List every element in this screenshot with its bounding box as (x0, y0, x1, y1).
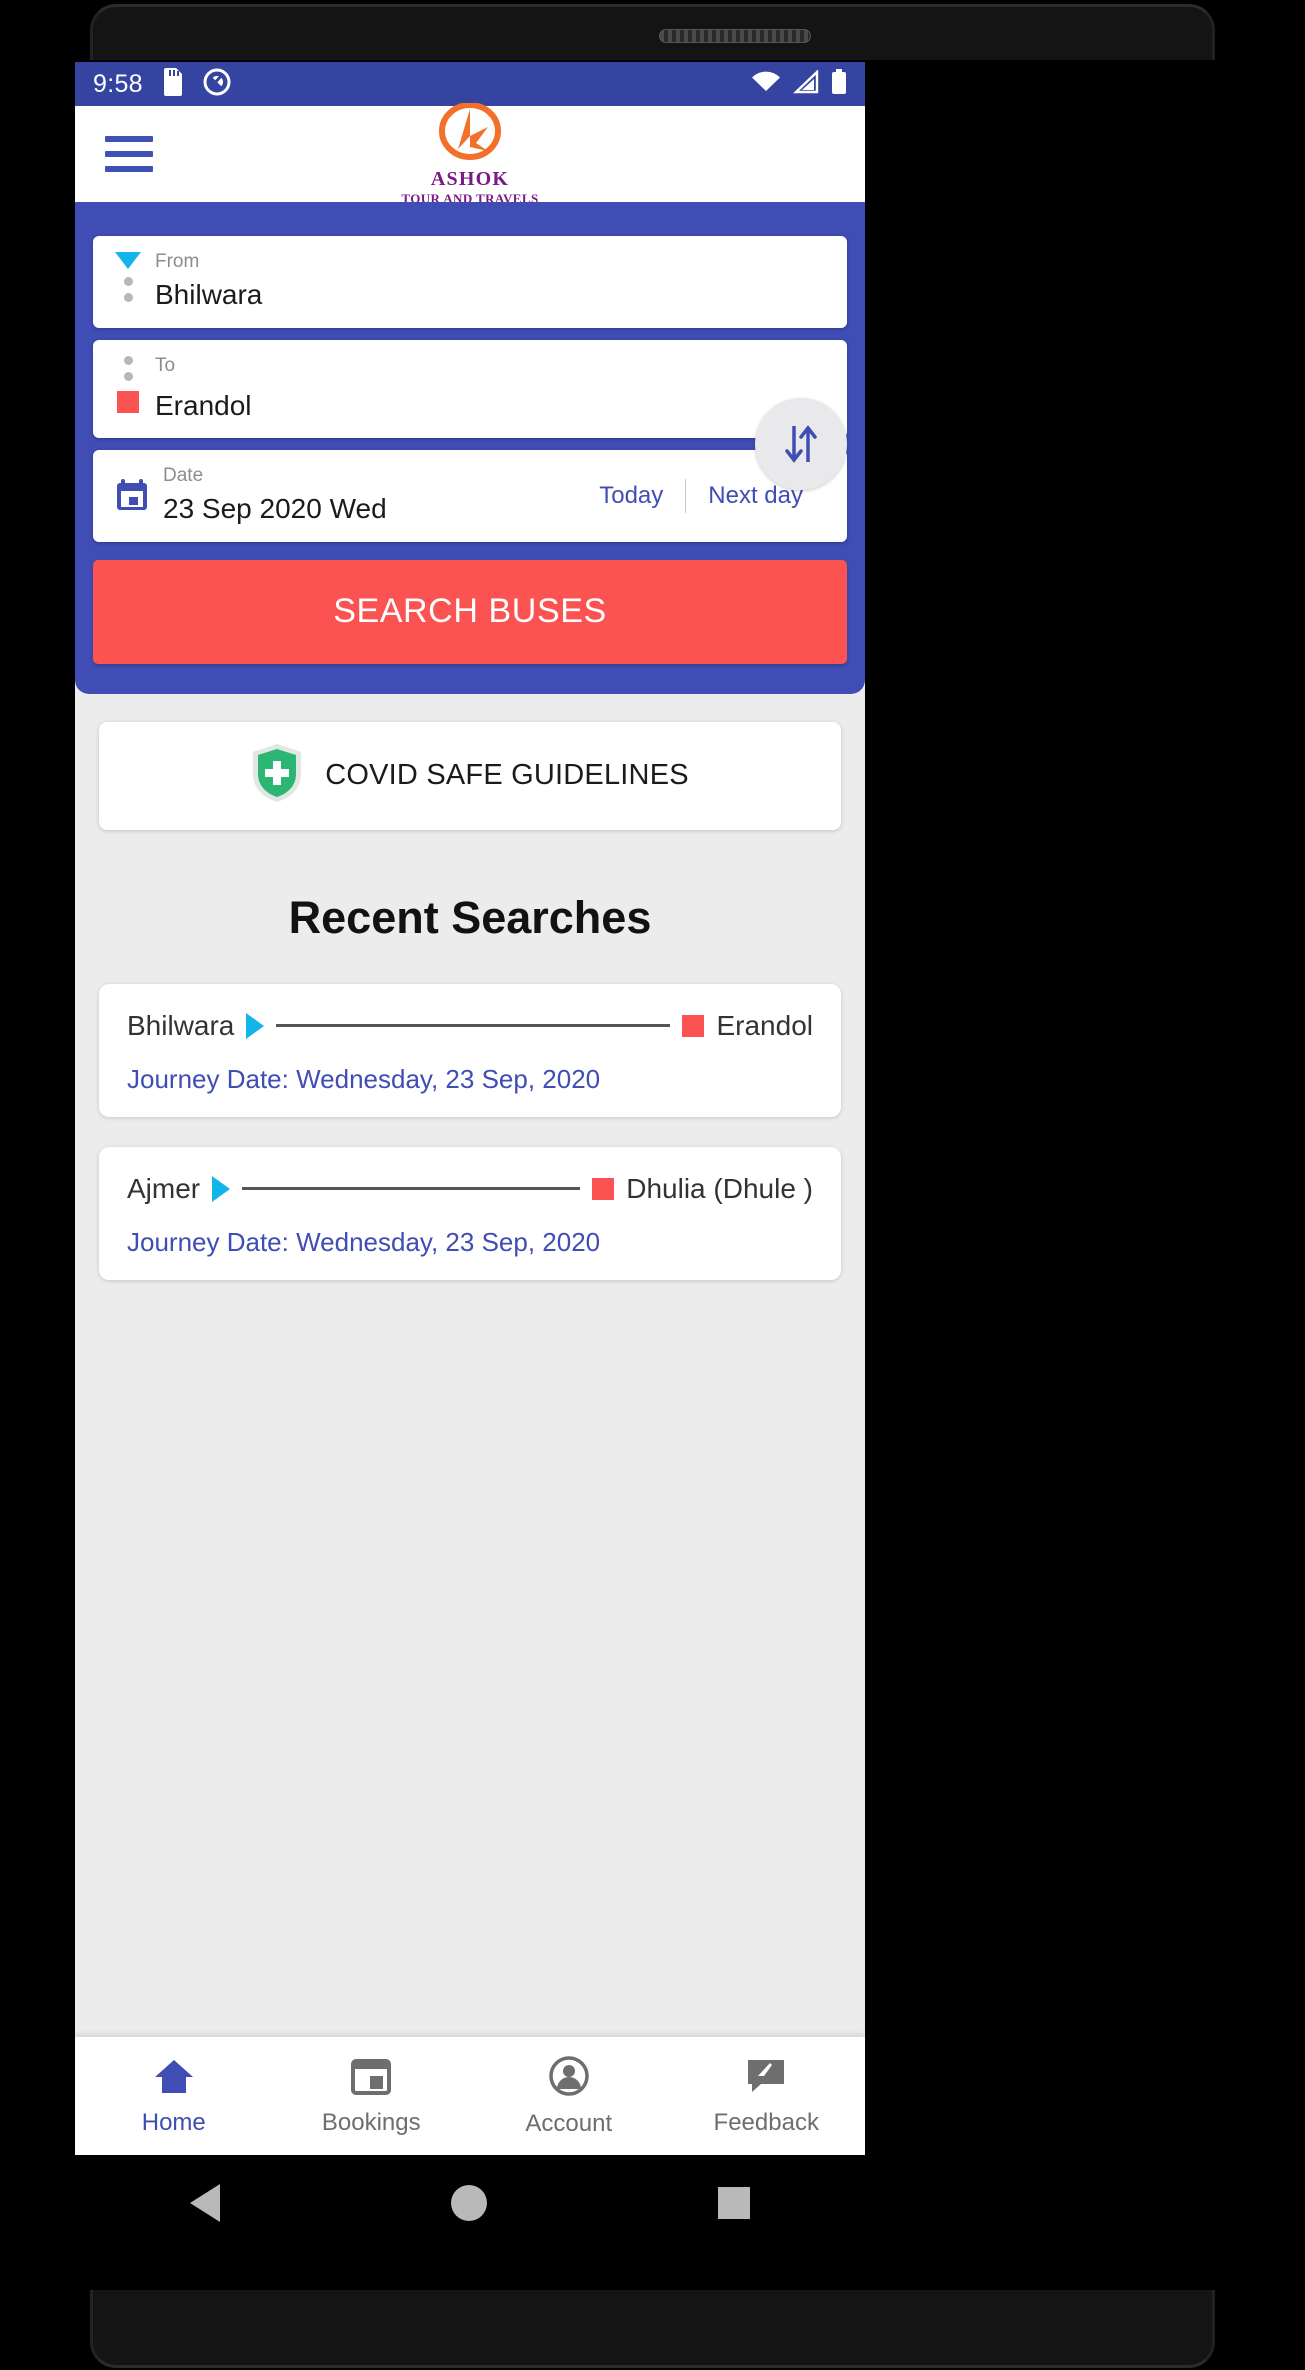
covid-guidelines-card[interactable]: COVID SAFE GUIDELINES (99, 721, 841, 830)
nav-label-home: Home (141, 2108, 206, 2136)
search-buses-button[interactable]: SEARCH BUSES (93, 559, 847, 664)
recent-from-city: Ajmer (127, 1172, 201, 1204)
hamburger-menu-icon[interactable] (105, 136, 153, 172)
date-field[interactable]: Date 23 Sep 2020 Wed Today Next day (93, 449, 847, 542)
today-button[interactable]: Today (577, 482, 685, 510)
search-panel: From Bhilwara To Erandol Date 23 Sep 202… (75, 202, 865, 694)
to-field-row: To Erandol (115, 355, 825, 422)
route-connector-line (276, 1024, 671, 1028)
status-bar-left: 9:58 (93, 67, 231, 101)
swap-vertical-arrows-icon (785, 425, 817, 463)
brand-name: ASHOK (430, 168, 510, 191)
route-row: Bhilwara Erandol (127, 1010, 813, 1042)
nav-item-bookings[interactable]: Bookings (273, 2037, 471, 2155)
recent-journey-date: Journey Date: Wednesday, 23 Sep, 2020 (127, 1226, 601, 1257)
recent-search-item-1[interactable]: Bhilwara Erandol Journey Date: Wednesday… (99, 983, 841, 1117)
route-dot (123, 277, 133, 286)
feedback-pencil-icon (745, 2056, 787, 2101)
triangle-right-marker-icon (212, 1175, 231, 1202)
red-square-marker-icon (117, 391, 139, 413)
route-dot (123, 293, 133, 302)
recent-to-city: Dhulia (Dhule ) (626, 1172, 813, 1204)
app-header: ASHOK TOUR AND TRAVELS (75, 102, 865, 206)
nav-item-feedback[interactable]: Feedback (668, 2037, 866, 2155)
route-dots-icon (123, 277, 133, 302)
nav-item-account[interactable]: Account (470, 2037, 668, 2155)
to-label: To (155, 355, 176, 376)
sd-card-icon (161, 67, 185, 101)
phone-screen: 9:58 ASHOK TOUR AND TRAVELS From Bhilwar… (75, 62, 865, 2155)
cellular-signal-icon (793, 68, 819, 99)
bookings-calendar-icon (350, 2056, 392, 2101)
recent-to-city: Erandol (716, 1009, 813, 1041)
route-dot (123, 372, 133, 381)
brand-logo[interactable]: ASHOK TOUR AND TRAVELS (401, 102, 538, 209)
covid-guidelines-label: COVID SAFE GUIDELINES (325, 759, 689, 792)
nav-label-account: Account (525, 2109, 613, 2137)
nav-label-feedback: Feedback (713, 2108, 819, 2136)
to-marker-group (115, 356, 141, 413)
route-row: Ajmer Dhulia (Dhule ) (127, 1173, 813, 1205)
from-field-row: From Bhilwara (115, 251, 825, 311)
date-label: Date (163, 465, 204, 487)
android-system-nav (75, 2155, 865, 2251)
status-clock: 9:58 (93, 69, 143, 98)
swap-button[interactable] (755, 398, 847, 490)
triangle-down-marker-icon (115, 252, 141, 269)
to-value: Erandol (155, 389, 252, 421)
phone-bezel-bottom (90, 2290, 1215, 2368)
status-bar: 9:58 (75, 62, 865, 106)
wifi-icon (751, 70, 781, 99)
red-square-marker-icon (682, 1014, 705, 1037)
recents-square-icon[interactable] (717, 2187, 750, 2219)
triangle-right-marker-icon (246, 1012, 265, 1039)
ashok-arrow-logo-icon (436, 102, 504, 168)
from-text-group: From Bhilwara (155, 251, 263, 311)
recent-journey-date: Journey Date: Wednesday, 23 Sep, 2020 (127, 1063, 601, 1094)
recent-searches-title: Recent Searches (288, 891, 652, 943)
bottom-navigation-bar: Home Bookings Account Feedback (75, 2037, 865, 2155)
shield-plus-icon (251, 742, 303, 809)
route-connector-line (242, 1187, 581, 1191)
status-bar-right (751, 68, 847, 100)
date-text-group: Date 23 Sep 2020 Wed (163, 465, 387, 525)
from-label: From (155, 251, 200, 272)
from-field[interactable]: From Bhilwara (93, 236, 847, 328)
route-dot (123, 356, 133, 365)
menu-bar-3 (105, 166, 153, 172)
menu-bar-1 (105, 136, 153, 142)
red-square-marker-icon (592, 1177, 615, 1200)
speaker-grille (659, 29, 811, 43)
back-triangle-icon[interactable] (190, 2184, 221, 2222)
to-field[interactable]: To Erandol (93, 340, 847, 438)
battery-icon (831, 68, 847, 100)
menu-bar-2 (105, 151, 153, 157)
from-value: Bhilwara (155, 278, 263, 310)
nav-label-bookings: Bookings (321, 2108, 421, 2136)
home-icon (152, 2056, 196, 2101)
nav-item-home[interactable]: Home (75, 2037, 273, 2155)
to-text-group: To Erandol (155, 355, 252, 422)
device-frame: 9:58 ASHOK TOUR AND TRAVELS From Bhilwar… (0, 0, 1305, 2370)
recent-search-item-2[interactable]: Ajmer Dhulia (Dhule ) Journey Date: Wedn… (99, 1146, 841, 1280)
data-saver-icon (203, 68, 231, 101)
calendar-icon (115, 478, 149, 517)
route-dots-icon (123, 356, 133, 381)
from-marker-group (115, 252, 141, 302)
date-left-group: Date 23 Sep 2020 Wed (115, 465, 387, 525)
home-circle-icon[interactable] (450, 2185, 487, 2221)
date-value: 23 Sep 2020 Wed (163, 493, 387, 525)
phone-bezel-top (90, 4, 1215, 60)
account-circle-icon (548, 2055, 590, 2102)
recent-from-city: Bhilwara (127, 1009, 235, 1041)
